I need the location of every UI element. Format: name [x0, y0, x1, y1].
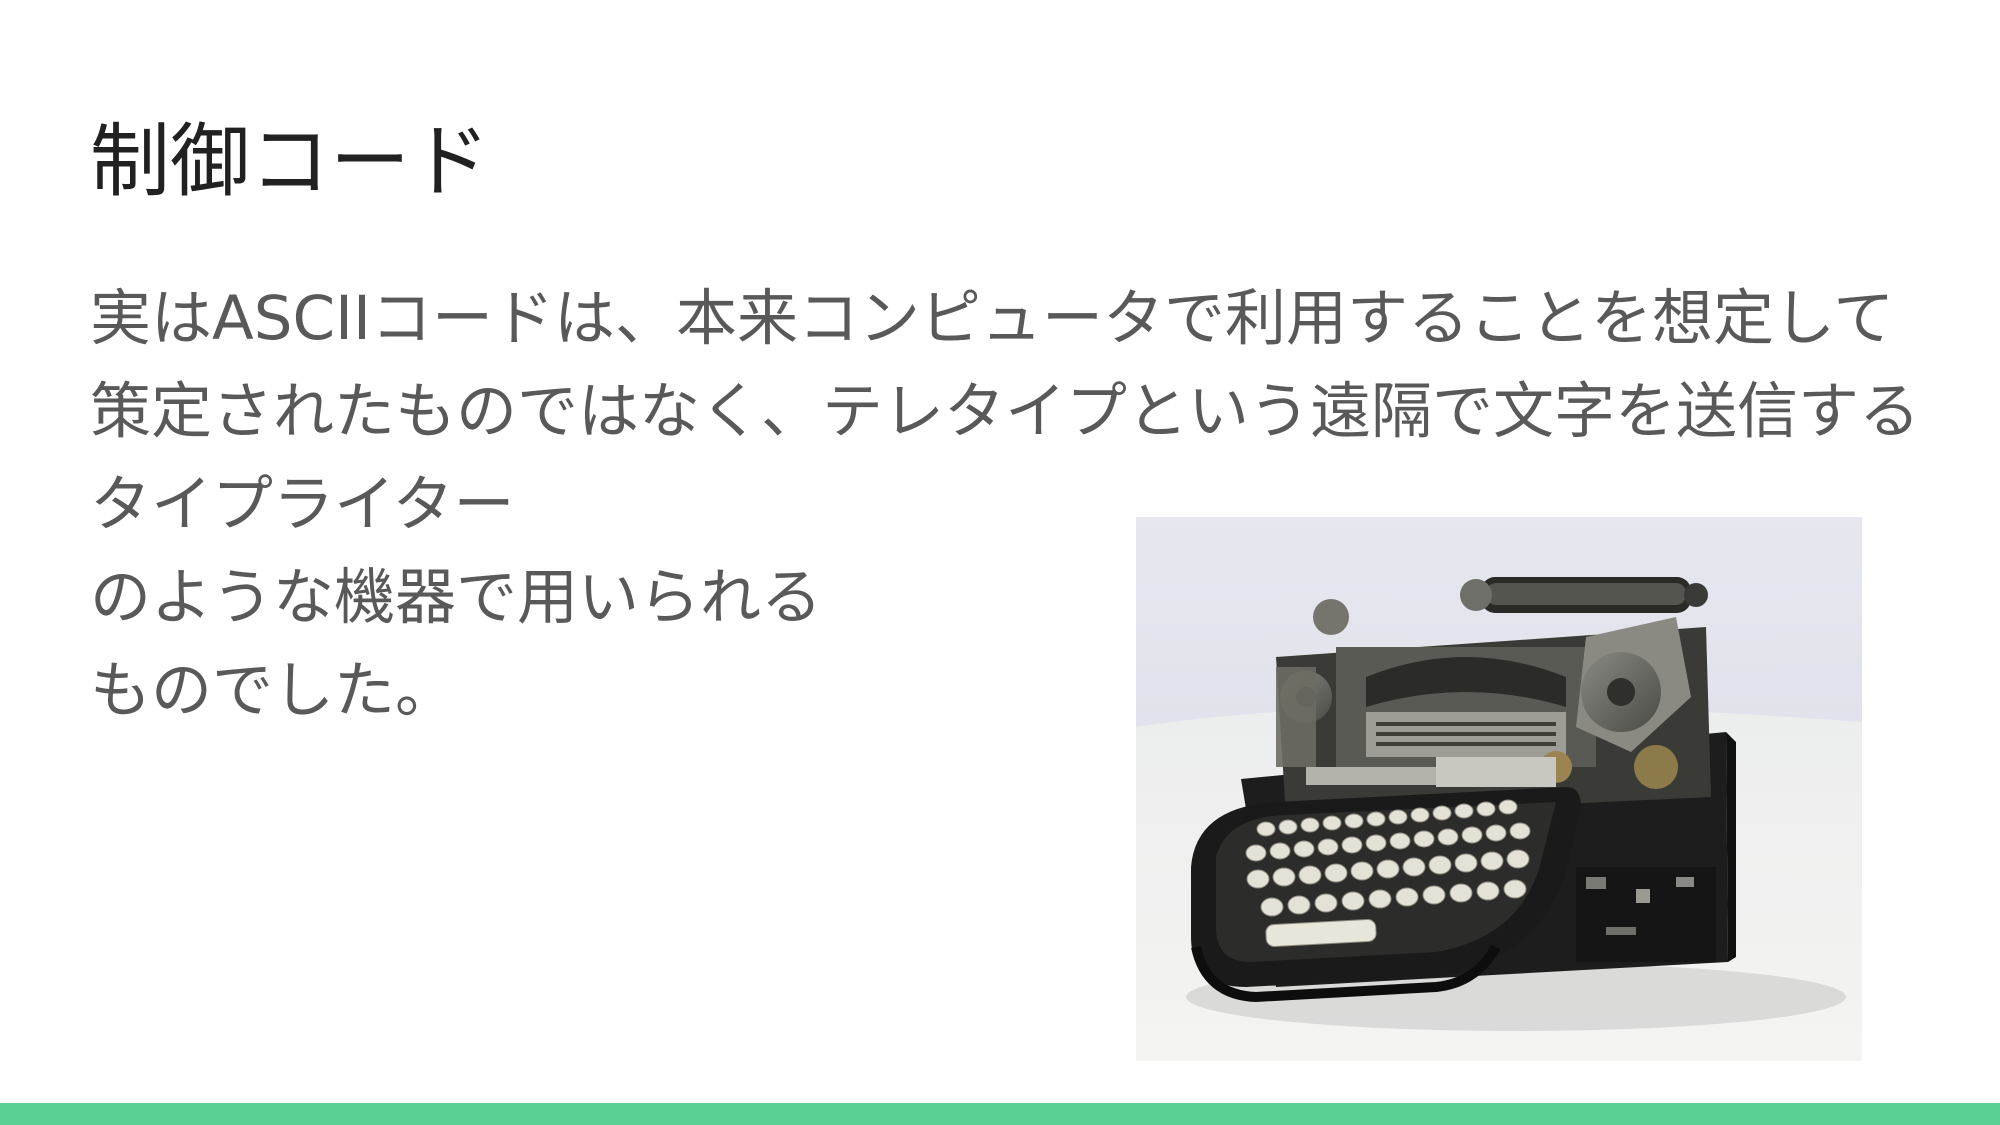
teletype-photo [1136, 517, 1862, 1061]
body-line: 実はASCIIコードは、本来コンピュータで利用することを想定して [90, 283, 1895, 354]
accent-bar [0, 1103, 2000, 1125]
body-line: 策定されたものではなく、テレタイプという遠隔で文字を送信する [90, 376, 1921, 447]
slide: 制御コード 実はASCIIコードは、本来コンピュータで利用することを想定して 策… [0, 0, 2000, 1125]
slide-title: 制御コード [90, 115, 490, 208]
